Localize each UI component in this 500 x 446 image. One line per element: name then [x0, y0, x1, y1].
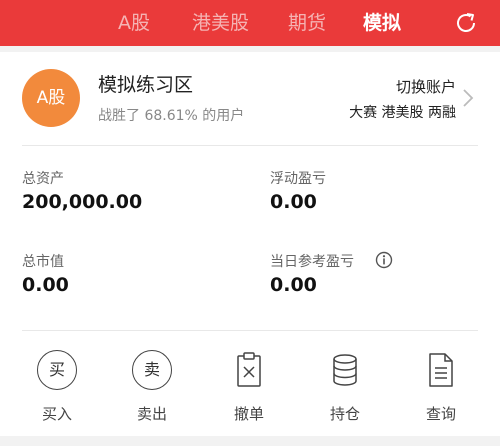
sell-icon-glyph: 卖: [132, 350, 172, 390]
buy-button[interactable]: 买 买入: [27, 350, 87, 430]
section-separator: [0, 46, 500, 52]
sell-button[interactable]: 卖 卖出: [122, 350, 182, 430]
account-avatar: A股: [22, 69, 80, 127]
floating-pnl-value: 0.00: [270, 191, 317, 213]
cancel-order-label: 撤单: [233, 405, 264, 423]
divider: [22, 145, 478, 146]
switch-account-options[interactable]: 大赛 港美股 两融: [349, 102, 456, 122]
cancel-order-icon: [237, 352, 261, 387]
sell-label: 卖出: [136, 405, 167, 423]
refresh-icon[interactable]: [452, 9, 480, 37]
floating-pnl-label: 浮动盈亏: [270, 171, 326, 187]
bottom-separator: [0, 436, 500, 446]
total-assets-value: 200,000.00: [22, 191, 143, 213]
top-tab-bar: A股 港美股 期货 模拟: [0, 0, 500, 46]
divider: [22, 330, 478, 331]
account-rank-text: 战胜了 68.61% 的用户: [98, 108, 245, 124]
tab-futures[interactable]: 期货: [288, 8, 326, 38]
holdings-label: 持仓: [329, 405, 360, 423]
buy-icon-glyph: 买: [37, 350, 77, 390]
market-value-label: 总市值: [22, 254, 64, 270]
sell-icon: 卖: [132, 350, 172, 390]
tab-simulation[interactable]: 模拟: [363, 8, 401, 38]
market-value-value: 0.00: [22, 274, 69, 296]
daily-pnl-value: 0.00: [270, 274, 317, 296]
info-icon[interactable]: [375, 251, 393, 269]
holdings-icon: [333, 354, 357, 386]
holdings-button[interactable]: 持仓: [315, 350, 375, 430]
tab-hk-us-stocks[interactable]: 港美股: [192, 8, 249, 38]
tab-a-shares[interactable]: A股: [118, 8, 150, 38]
total-assets-label: 总资产: [22, 171, 64, 187]
query-label: 查询: [425, 405, 456, 423]
buy-icon: 买: [37, 350, 77, 390]
query-icon: [429, 353, 453, 387]
buy-label: 买入: [41, 405, 72, 423]
switch-account-button[interactable]: 切换账户: [396, 76, 456, 97]
daily-pnl-label: 当日参考盈亏: [270, 254, 354, 270]
query-button[interactable]: 查询: [411, 350, 471, 430]
chevron-right-icon[interactable]: [462, 88, 474, 108]
cancel-order-button[interactable]: 撤单: [219, 350, 279, 430]
account-title: 模拟练习区: [98, 74, 194, 96]
